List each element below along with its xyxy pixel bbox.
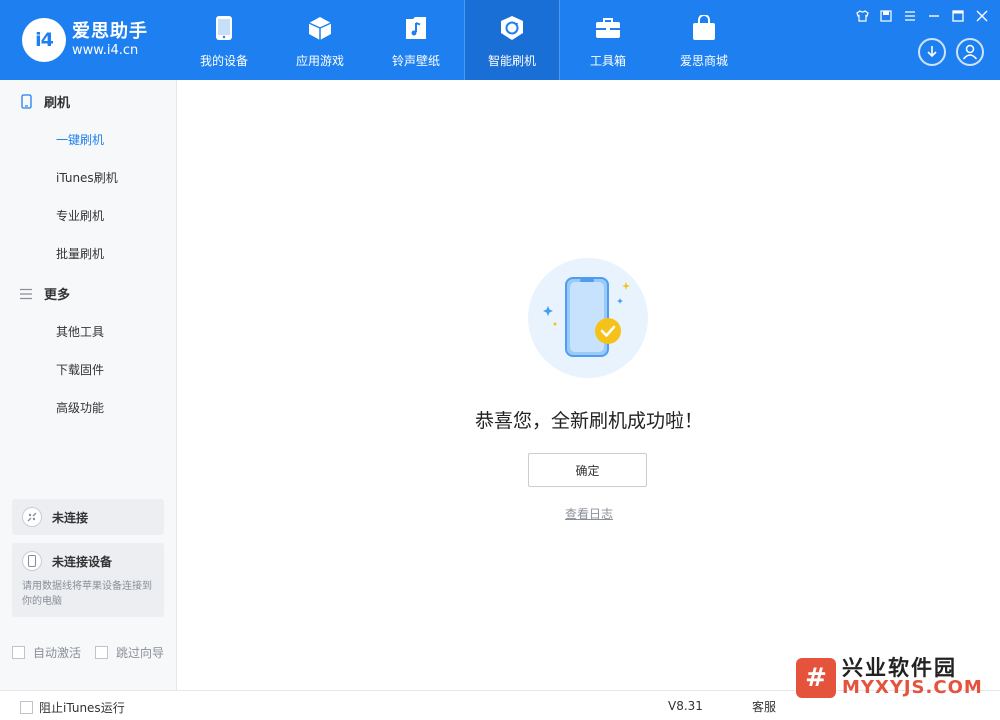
nav-apps-games[interactable]: 应用游戏: [272, 0, 368, 80]
main-content: 恭喜您，全新刷机成功啦！ 确定 查看日志: [178, 80, 1000, 690]
success-message: 恭喜您，全新刷机成功啦！: [474, 410, 703, 432]
nav-label: 我的设备: [199, 54, 248, 68]
checkbox-box[interactable]: [20, 701, 33, 714]
device-icon: [22, 551, 42, 571]
close-icon[interactable]: [974, 8, 990, 24]
shirt-icon[interactable]: [854, 8, 870, 24]
sidebar-section-more[interactable]: 更多: [18, 284, 70, 303]
sidebar-section-label: 更多: [44, 288, 71, 303]
watermark-cn: 兴业软件园: [842, 656, 957, 680]
nav-my-device[interactable]: 我的设备: [176, 0, 272, 80]
customer-service-link[interactable]: 客服: [752, 698, 776, 715]
cube-icon: [306, 14, 334, 42]
nav-label: 应用游戏: [295, 54, 344, 68]
menu-icon[interactable]: [902, 8, 918, 24]
app-url: www.i4.cn: [72, 43, 139, 58]
auto-activate-checkbox[interactable]: 自动激活: [12, 644, 81, 661]
sidebar-item-advanced[interactable]: 高级功能: [56, 399, 104, 416]
maximize-icon[interactable]: [950, 8, 966, 24]
status-title: 未连接设备: [52, 554, 113, 569]
title-bar: i4 爱思助手 www.i4.cn 我的设备 应用游戏 铃声壁纸 智能刷机 工具…: [0, 0, 1000, 80]
sidebar-section-flash[interactable]: 刷机: [18, 92, 70, 111]
confirm-button[interactable]: 确定: [528, 453, 647, 487]
status-card-disconnected: 未连接: [12, 499, 164, 535]
shopping-bag-icon: [690, 14, 718, 42]
toolbox-icon: [594, 14, 622, 42]
skip-guide-checkbox[interactable]: 跳过向导: [95, 644, 164, 661]
status-description: 请用数据线将苹果设备连接到你的电脑: [22, 581, 152, 607]
window-controls: [854, 8, 990, 24]
download-icon[interactable]: [918, 38, 946, 66]
nav-label: 智能刷机: [487, 54, 536, 68]
nav-store[interactable]: 爱思商城: [656, 0, 752, 80]
unlink-icon: [22, 507, 42, 527]
menu-lines-icon: [18, 286, 34, 302]
checkbox-label: 跳过向导: [116, 646, 165, 660]
sidebar: 刷机 一键刷机 iTunes刷机 专业刷机 批量刷机 更多 其他工具 下载固件 …: [0, 80, 177, 690]
user-icon[interactable]: [956, 38, 984, 66]
logo-badge-text: i4: [35, 29, 54, 51]
hash-logo-icon: #: [796, 658, 836, 698]
sidebar-item-batch-flash[interactable]: 批量刷机: [56, 245, 104, 262]
minimize-icon[interactable]: [926, 8, 942, 24]
phone-icon: [210, 14, 238, 42]
nav-ringtones[interactable]: 铃声壁纸: [368, 0, 464, 80]
checkbox-label: 自动激活: [33, 646, 82, 660]
sidebar-options: 自动激活 跳过向导: [12, 644, 164, 661]
nav-label: 爱思商城: [679, 54, 728, 68]
refresh-shield-icon: [498, 14, 526, 42]
checkbox-box[interactable]: [95, 646, 109, 659]
app-name: 爱思助手: [72, 21, 148, 42]
note-icon[interactable]: [878, 8, 894, 24]
checkbox-label: 阻止iTunes运行: [39, 701, 125, 715]
nav-smart-flash[interactable]: 智能刷机: [464, 0, 560, 80]
watermark-en: MYXYJS.COM: [842, 677, 983, 698]
sidebar-item-pro-flash[interactable]: 专业刷机: [56, 207, 104, 224]
sidebar-item-other-tools[interactable]: 其他工具: [56, 323, 104, 340]
app-logo: i4 爱思助手 www.i4.cn: [22, 18, 148, 62]
header-round-buttons: [918, 38, 984, 66]
nav-label: 工具箱: [589, 54, 626, 68]
main-nav: 我的设备 应用游戏 铃声壁纸 智能刷机 工具箱 爱思商城: [176, 0, 752, 80]
nav-label: 铃声壁纸: [391, 54, 440, 68]
success-illustration: [528, 258, 648, 378]
logo-badge: i4: [22, 18, 66, 62]
status-title: 未连接: [52, 510, 89, 525]
version-label: V8.31: [668, 699, 703, 713]
sidebar-item-one-click-flash[interactable]: 一键刷机: [56, 131, 104, 148]
block-itunes-checkbox[interactable]: 阻止iTunes运行: [20, 699, 125, 716]
status-card-no-device: 未连接设备 请用数据线将苹果设备连接到你的电脑: [12, 543, 164, 617]
sidebar-section-label: 刷机: [44, 96, 71, 111]
checkbox-box[interactable]: [12, 646, 25, 659]
nav-toolbox[interactable]: 工具箱: [560, 0, 656, 80]
music-file-icon: [402, 14, 430, 42]
phone-outline-icon: [18, 94, 34, 110]
view-log-link[interactable]: 查看日志: [178, 505, 1000, 522]
watermark: # 兴业软件园 MYXYJS.COM: [796, 658, 983, 698]
sidebar-item-download-firmware[interactable]: 下载固件: [56, 361, 104, 378]
sidebar-item-itunes-flash[interactable]: iTunes刷机: [56, 169, 118, 186]
